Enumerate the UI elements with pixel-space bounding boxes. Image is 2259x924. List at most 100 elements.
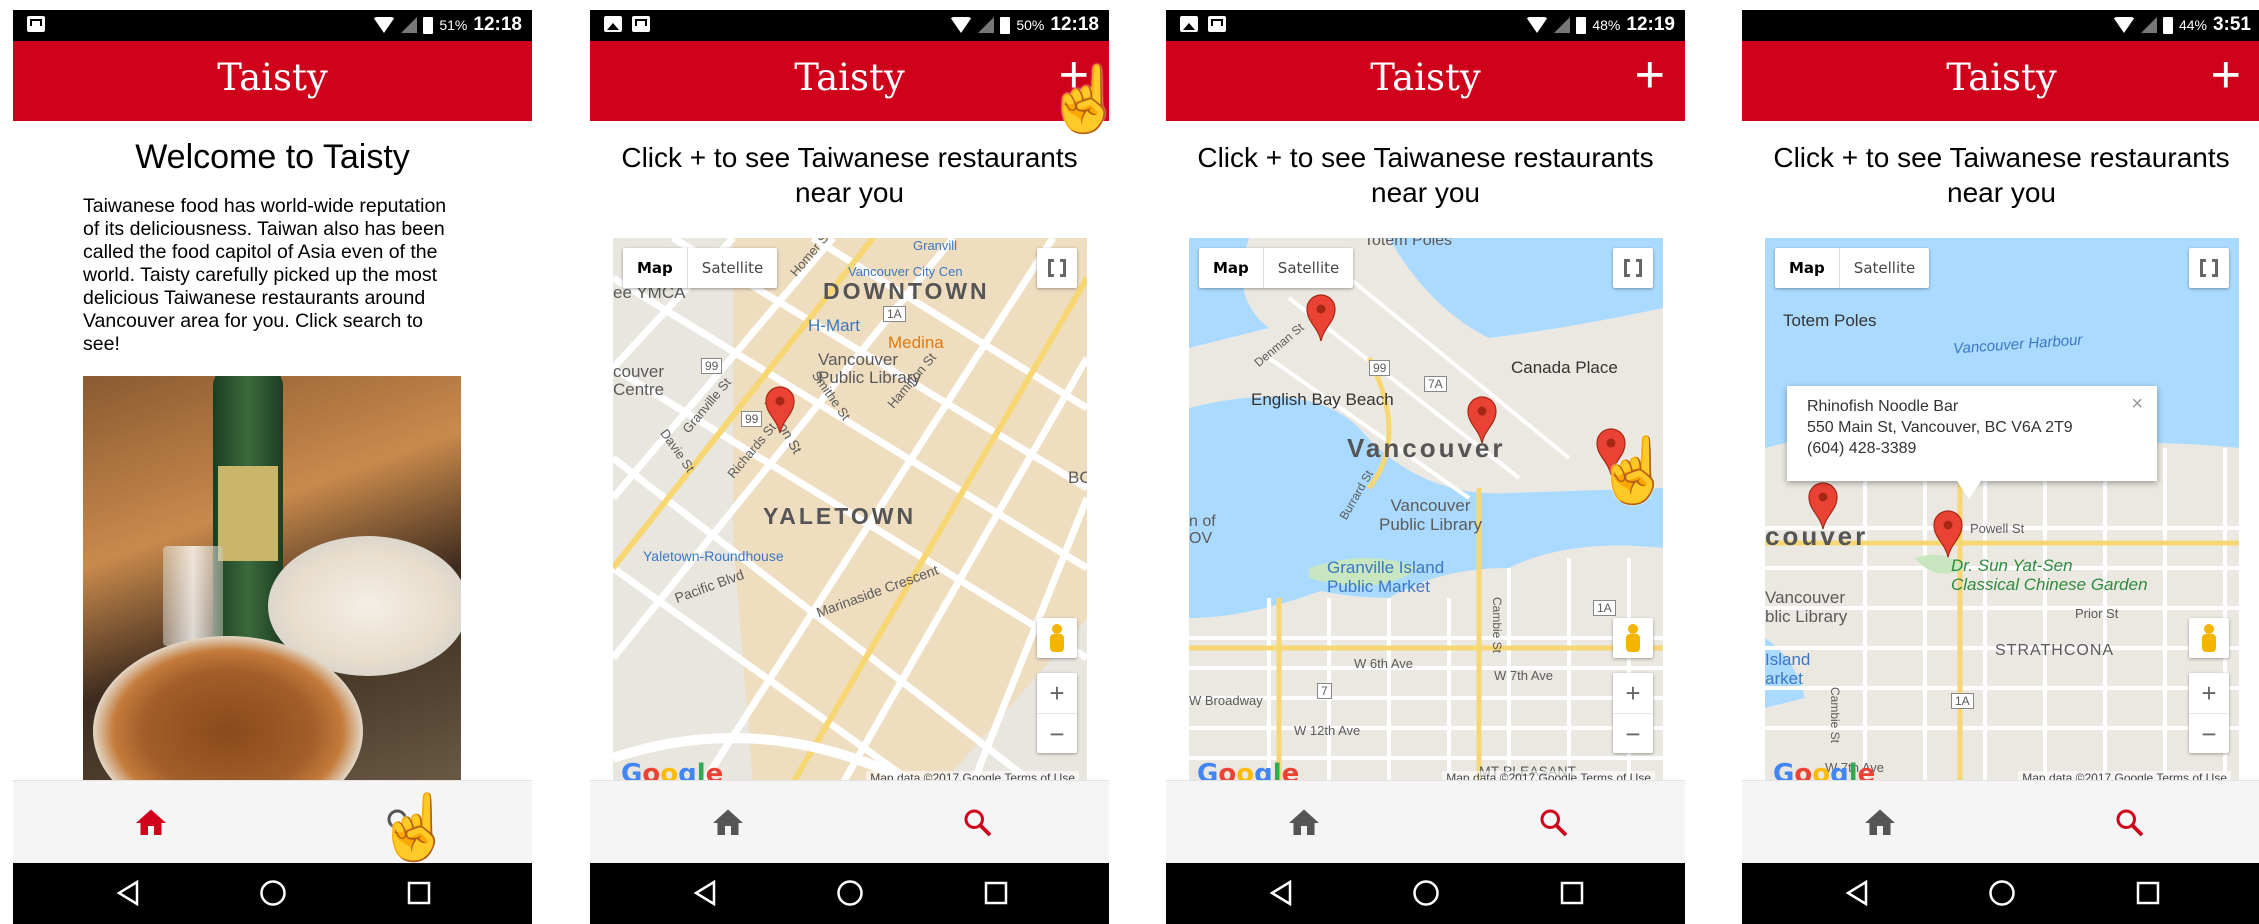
bottom-navigation <box>590 780 1109 864</box>
highway-badge: 7A <box>1424 376 1447 392</box>
map-label: Granville Island Public Market <box>1327 558 1445 596</box>
mail-icon <box>632 16 650 32</box>
map-heading: Click + to see Taiwanese restaurants nea… <box>1773 142 2230 208</box>
map-pin-icon[interactable] <box>765 386 795 434</box>
zoom-out-button[interactable]: − <box>1613 714 1653 754</box>
highway-badge: 1A <box>883 306 906 322</box>
restaurant-phone[interactable]: (604) 428-3389 <box>1807 438 2137 459</box>
system-navigation <box>13 863 532 924</box>
highway-badge: 99 <box>701 358 723 374</box>
back-icon[interactable] <box>692 879 720 907</box>
zoom-control: + − <box>2189 673 2229 753</box>
home-icon[interactable] <box>710 805 746 841</box>
map-label: Vancouver Public Library <box>1379 496 1482 534</box>
home-circle-icon[interactable] <box>259 879 287 907</box>
screen-map-info-window: 44% 3:51 Taisty + Click + to see Taiwane… <box>1742 10 2259 924</box>
recents-icon[interactable] <box>1558 879 1586 907</box>
pegman-icon[interactable] <box>1613 618 1653 658</box>
map-type-map-button[interactable]: Map <box>623 248 687 288</box>
highway-badge: 99 <box>741 411 763 427</box>
image-icon <box>604 16 622 32</box>
zoom-in-button[interactable]: + <box>1037 673 1077 714</box>
map-pin-icon[interactable] <box>1467 396 1497 444</box>
recents-icon[interactable] <box>982 879 1010 907</box>
highway-badge: 99 <box>1369 360 1391 376</box>
map-label: Cambie St <box>1490 596 1505 654</box>
map-heading: Click + to see Taiwanese restaurants nea… <box>621 142 1078 208</box>
pegman-icon[interactable] <box>1037 618 1077 658</box>
map-label: Totem Poles <box>1783 311 1877 330</box>
back-icon[interactable] <box>1268 879 1296 907</box>
map-view[interactable]: Vancouver Totem Poles Canada Place Engli… <box>1189 238 1663 783</box>
map-type-map-button[interactable]: Map <box>1199 248 1263 288</box>
map-type-satellite-button[interactable]: Satellite <box>686 248 777 288</box>
app-bar: Taisty <box>13 41 532 121</box>
mail-icon <box>1208 16 1226 32</box>
cell-signal-icon <box>2140 17 2157 33</box>
battery-percent: 51% <box>439 17 468 33</box>
map-view[interactable]: Totem Poles Vancouver Harbour couver Van… <box>1765 238 2239 783</box>
system-navigation <box>1166 863 1685 924</box>
map-label: Prior St <box>2075 606 2119 621</box>
map-view[interactable]: DOWNTOWN YALETOWN ee YMCA H-Mart Medina … <box>613 238 1087 783</box>
pointer-hand-icon: ☝ <box>1045 63 1109 135</box>
fullscreen-icon[interactable] <box>1037 248 1077 288</box>
map-type-control: Map Satellite <box>1775 248 1930 288</box>
add-button[interactable]: + <box>2211 45 2241 105</box>
map-type-control: Map Satellite <box>623 248 778 288</box>
recents-icon[interactable] <box>405 879 433 907</box>
home-icon[interactable] <box>1862 805 1898 841</box>
zoom-control: + − <box>1037 673 1077 753</box>
map-label: n of OV <box>1189 513 1216 547</box>
clock: 3:51 <box>2212 14 2251 35</box>
clock: 12:18 <box>473 14 522 35</box>
recents-icon[interactable] <box>2134 879 2162 907</box>
map-pin-icon[interactable] <box>1808 482 1838 530</box>
app-title: Taisty <box>794 56 905 99</box>
home-circle-icon[interactable] <box>1412 879 1440 907</box>
cell-signal-icon <box>1554 17 1571 33</box>
map-type-map-button[interactable]: Map <box>1775 248 1839 288</box>
search-icon[interactable] <box>2112 805 2148 841</box>
pointer-hand-icon: ☝ <box>375 791 455 863</box>
battery-icon <box>1576 16 1587 34</box>
map-label: YALETOWN <box>763 503 917 529</box>
zoom-in-button[interactable]: + <box>2189 673 2229 714</box>
map-label: BC <box>1068 468 1087 487</box>
back-icon[interactable] <box>1844 879 1872 907</box>
welcome-heading: Welcome to Taisty <box>135 138 410 176</box>
map-type-satellite-button[interactable]: Satellite <box>1262 248 1353 288</box>
zoom-out-button[interactable]: − <box>1037 714 1077 754</box>
map-label: W 7th Ave <box>1494 668 1554 683</box>
clock: 12:19 <box>1626 14 1675 35</box>
home-icon[interactable] <box>133 805 169 841</box>
app-bar: Taisty + <box>590 41 1109 121</box>
add-button[interactable]: + <box>1635 45 1665 105</box>
home-circle-icon[interactable] <box>1988 879 2016 907</box>
home-icon[interactable] <box>1286 805 1322 841</box>
search-icon[interactable] <box>960 805 996 841</box>
search-icon[interactable] <box>1536 805 1572 841</box>
home-circle-icon[interactable] <box>836 879 864 907</box>
wifi-icon <box>1526 17 1549 33</box>
map-pin-icon[interactable] <box>1306 294 1336 342</box>
fullscreen-icon[interactable] <box>1613 248 1653 288</box>
map-label: couver Centre <box>613 362 665 399</box>
highway-badge: 7 <box>1317 683 1332 699</box>
bottom-navigation <box>1742 780 2259 864</box>
battery-icon <box>423 16 434 34</box>
map-label: Yaletown-Roundhouse <box>643 548 784 564</box>
highway-badge: 1A <box>1593 600 1616 616</box>
map-pin-icon[interactable] <box>1933 510 1963 558</box>
map-label: Dr. Sun Yat-Sen Classical Chinese Garden <box>1951 556 2148 594</box>
back-icon[interactable] <box>115 879 143 907</box>
zoom-out-button[interactable]: − <box>2189 714 2229 754</box>
zoom-in-button[interactable]: + <box>1613 673 1653 714</box>
pegman-icon[interactable] <box>2189 618 2229 658</box>
close-icon[interactable]: × <box>2131 394 2143 415</box>
map-type-satellite-button[interactable]: Satellite <box>1838 248 1929 288</box>
battery-percent: 50% <box>1016 17 1045 33</box>
info-window: Rhinofish Noodle Bar 550 Main St, Vancou… <box>1787 386 2157 499</box>
fullscreen-icon[interactable] <box>2189 248 2229 288</box>
system-navigation <box>1742 863 2259 924</box>
